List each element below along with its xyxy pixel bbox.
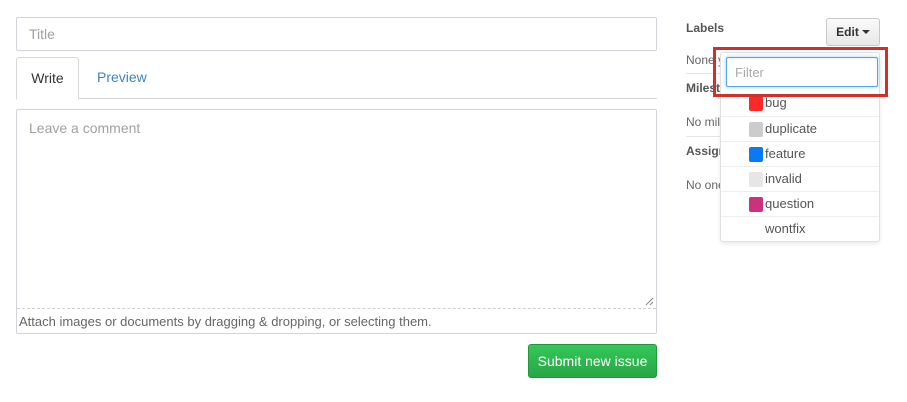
label-color-swatch: [749, 222, 763, 237]
comment-box: Attach images or documents by dragging &…: [16, 109, 657, 334]
resize-handle-icon[interactable]: [644, 296, 654, 306]
editor-tabs: Write Preview: [16, 57, 657, 100]
title-input[interactable]: [16, 17, 657, 51]
assignee-value: No one: [686, 178, 725, 192]
edit-labels-button[interactable]: Edit: [826, 18, 880, 46]
attach-drop-zone[interactable]: Attach images or documents by dragging &…: [17, 308, 656, 333]
submit-issue-button[interactable]: Submit new issue: [528, 344, 657, 378]
label-color-swatch: [749, 172, 763, 187]
filter-wrap: [721, 53, 879, 91]
label-item-bug[interactable]: bug: [721, 91, 879, 116]
label-item-invalid[interactable]: invalid: [721, 166, 879, 191]
label-name: question: [765, 196, 815, 211]
label-name: invalid: [765, 171, 802, 186]
label-list: bug duplicate feature invalid question w…: [721, 91, 879, 241]
labels-heading: Labels: [686, 21, 725, 35]
label-color-swatch: [749, 122, 763, 137]
comment-textarea[interactable]: [17, 110, 656, 309]
label-item-feature[interactable]: feature: [721, 141, 879, 166]
label-color-swatch: [749, 147, 763, 162]
labels-dropdown: bug duplicate feature invalid question w…: [720, 52, 880, 242]
label-item-question[interactable]: question: [721, 191, 879, 216]
label-item-wontfix[interactable]: wontfix: [721, 216, 879, 241]
label-color-swatch: [749, 96, 763, 111]
tab-write[interactable]: Write: [16, 57, 79, 100]
label-name: bug: [765, 95, 787, 110]
label-name: wontfix: [765, 221, 806, 236]
label-name: feature: [765, 146, 806, 161]
caret-down-icon: [861, 30, 870, 34]
label-filter-input[interactable]: [726, 57, 878, 87]
edit-button-label: Edit: [836, 25, 859, 39]
label-name: duplicate: [765, 121, 818, 136]
tab-preview[interactable]: Preview: [82, 57, 162, 99]
label-color-swatch: [749, 197, 763, 212]
label-item-duplicate[interactable]: duplicate: [721, 116, 879, 141]
